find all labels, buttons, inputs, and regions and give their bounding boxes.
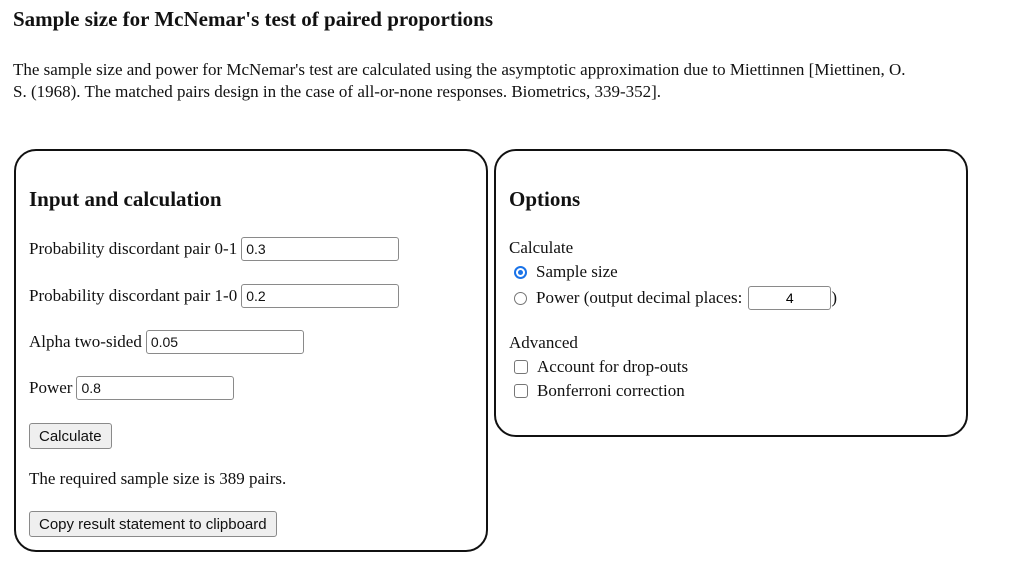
closing-paren: ) <box>831 288 837 307</box>
p10-label: Probability discordant pair 1-0 <box>29 286 238 305</box>
power-input[interactable] <box>76 376 235 400</box>
power-label: Power <box>29 378 73 397</box>
radio-sample-size[interactable] <box>514 265 527 279</box>
input-calculation-panel: Input and calculation Probability discor… <box>14 149 488 552</box>
field-row-power: Power <box>29 376 235 400</box>
decimal-places-input[interactable] <box>748 286 832 310</box>
result-statement: The required sample size is 389 pairs. <box>29 469 287 488</box>
checkbox-dropouts[interactable] <box>514 360 528 374</box>
field-row-p10: Probability discordant pair 1-0 <box>29 284 400 308</box>
options-panel: Options Calculate Sample size Power (out… <box>494 149 968 437</box>
checkbox-bonferroni[interactable] <box>514 384 528 398</box>
field-row-alpha: Alpha two-sided <box>29 330 304 354</box>
checkbox-dropouts-label: Account for drop-outs <box>537 357 689 376</box>
radio-power-label: Power (output decimal places: <box>536 288 743 307</box>
radio-sample-size-label: Sample size <box>536 262 618 281</box>
radio-power[interactable] <box>514 291 527 305</box>
page-title: Sample size for McNemar's test of paired… <box>13 7 494 31</box>
radio-option-power[interactable]: Power (output decimal places: ) <box>514 286 837 310</box>
alpha-input[interactable] <box>145 330 304 354</box>
radio-option-sample-size[interactable]: Sample size <box>514 262 618 282</box>
advanced-label: Advanced <box>509 333 578 352</box>
checkbox-option-bonferroni[interactable]: Bonferroni correction <box>514 381 685 401</box>
p10-input[interactable] <box>241 284 400 308</box>
calculate-row: Calculate <box>29 423 112 449</box>
input-panel-heading: Input and calculation <box>29 187 222 211</box>
copy-row: Copy result statement to clipboard <box>29 511 277 537</box>
alpha-label: Alpha two-sided <box>29 332 142 351</box>
p01-input[interactable] <box>241 237 400 261</box>
checkbox-bonferroni-label: Bonferroni correction <box>537 381 685 400</box>
intro-text: The sample size and power for McNemar's … <box>13 60 906 101</box>
copy-result-button[interactable]: Copy result statement to clipboard <box>29 511 277 537</box>
p01-label: Probability discordant pair 0-1 <box>29 239 238 258</box>
calculate-mode-label: Calculate <box>509 238 574 257</box>
options-panel-heading: Options <box>509 187 581 211</box>
calculate-button[interactable]: Calculate <box>29 423 112 449</box>
checkbox-option-dropouts[interactable]: Account for drop-outs <box>514 357 688 377</box>
field-row-p01: Probability discordant pair 0-1 <box>29 237 400 261</box>
